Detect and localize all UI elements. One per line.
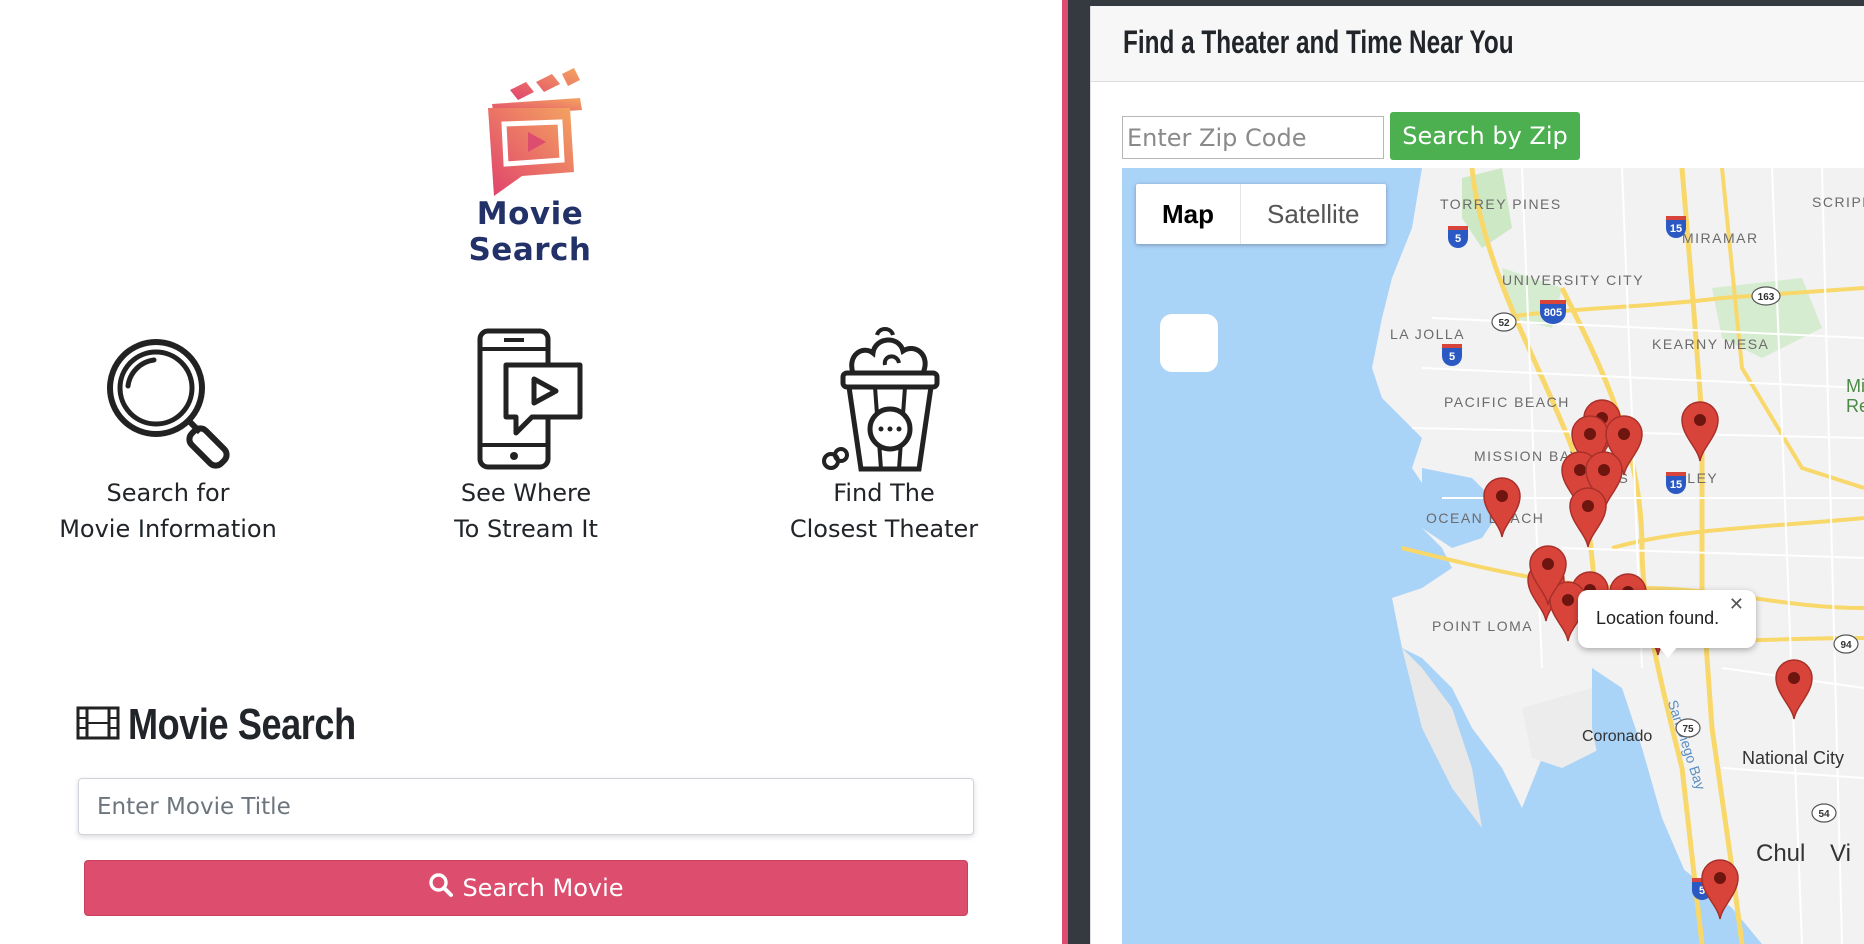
close-icon[interactable]: ✕: [1729, 594, 1744, 615]
movie-title-input[interactable]: [78, 778, 974, 835]
map-pin-icon[interactable]: [1568, 486, 1608, 548]
map-type-control: Map Satellite: [1136, 184, 1386, 244]
popcorn-icon: [734, 325, 1034, 475]
location-popup: Location found. ✕: [1578, 590, 1756, 658]
interstate-shield-icon: 5: [1442, 344, 1462, 366]
search-movie-button[interactable]: Search Movie: [84, 860, 968, 916]
shield-label: 52: [1498, 318, 1510, 329]
shield-label: 15: [1670, 223, 1682, 235]
magnifier-icon: [18, 325, 318, 475]
shield-label: 94: [1840, 640, 1852, 651]
theater-map[interactable]: TORREY PINES MIRAMAR SCRIPP UNIVERSITY C…: [1122, 168, 1864, 944]
feature-label-line2: Closest Theater: [789, 515, 979, 543]
theater-card-header: Find a Theater and Time Near You: [1091, 6, 1864, 82]
feature-label-line1: Find The: [833, 479, 935, 507]
state-route-shield-icon: 94: [1833, 634, 1859, 654]
state-route-shield-icon: 54: [1811, 803, 1837, 823]
shield-label: 75: [1682, 724, 1694, 735]
clapperboard-icon: [488, 68, 582, 196]
interstate-shield-icon: 805: [1540, 300, 1566, 324]
shield-label: 5: [1455, 233, 1461, 245]
map-pin-icon[interactable]: [1700, 858, 1740, 920]
shield-label: 54: [1818, 809, 1830, 820]
movie-search-heading: Movie Search: [76, 700, 406, 750]
feature-label-line2: To Stream It: [454, 515, 598, 543]
app-logo: Movie Search: [420, 68, 640, 268]
popup-text: Location found.: [1596, 608, 1720, 628]
feature-search-info: Search for Movie Information: [18, 325, 318, 547]
theater-card-title: Find a Theater and Time Near You: [1123, 24, 1514, 60]
feature-label-line1: See Where: [460, 479, 592, 507]
feature-theater: Find The Closest Theater: [734, 325, 1034, 547]
shield-label: 805: [1544, 307, 1562, 319]
state-route-shield-icon: 75: [1675, 718, 1701, 738]
interstate-shield-icon: 15: [1666, 472, 1686, 494]
search-icon: [428, 872, 454, 904]
shield-label: 5: [1449, 351, 1455, 363]
popup-tail: [1658, 646, 1678, 658]
film-icon: [76, 706, 120, 744]
zip-code-input[interactable]: [1122, 116, 1384, 159]
map-pin-icon[interactable]: [1482, 476, 1522, 538]
state-route-shield-icon: 163: [1751, 286, 1781, 306]
logo-text: Movie Search: [468, 196, 592, 268]
feature-label-line2: Movie Information: [59, 515, 277, 543]
state-route-shield-icon: 52: [1491, 312, 1517, 332]
movie-search-title: Movie Search: [128, 700, 356, 749]
interstate-shield-icon: 15: [1666, 216, 1686, 238]
search-movie-label: Search Movie: [462, 874, 624, 902]
map-pin-icon[interactable]: [1680, 400, 1720, 462]
interstate-shield-icon: 5: [1448, 226, 1468, 248]
search-by-zip-button[interactable]: Search by Zip: [1390, 112, 1580, 160]
map-type-map-button[interactable]: Map: [1136, 184, 1241, 244]
map-type-satellite-button[interactable]: Satellite: [1241, 184, 1386, 244]
map-pin-icon[interactable]: [1774, 658, 1814, 720]
phone-stream-icon: [376, 325, 676, 475]
map-pin-icon[interactable]: [1528, 544, 1568, 606]
geolocate-button[interactable]: [1160, 314, 1218, 372]
shield-label: 15: [1670, 479, 1682, 491]
feature-streaming: See Where To Stream It: [376, 325, 676, 547]
feature-label-line1: Search for: [106, 479, 230, 507]
highway-shields: 5 15 805 5 805 15 5 52 163 94 75 54: [1442, 216, 1859, 900]
shield-label: 163: [1758, 292, 1775, 303]
